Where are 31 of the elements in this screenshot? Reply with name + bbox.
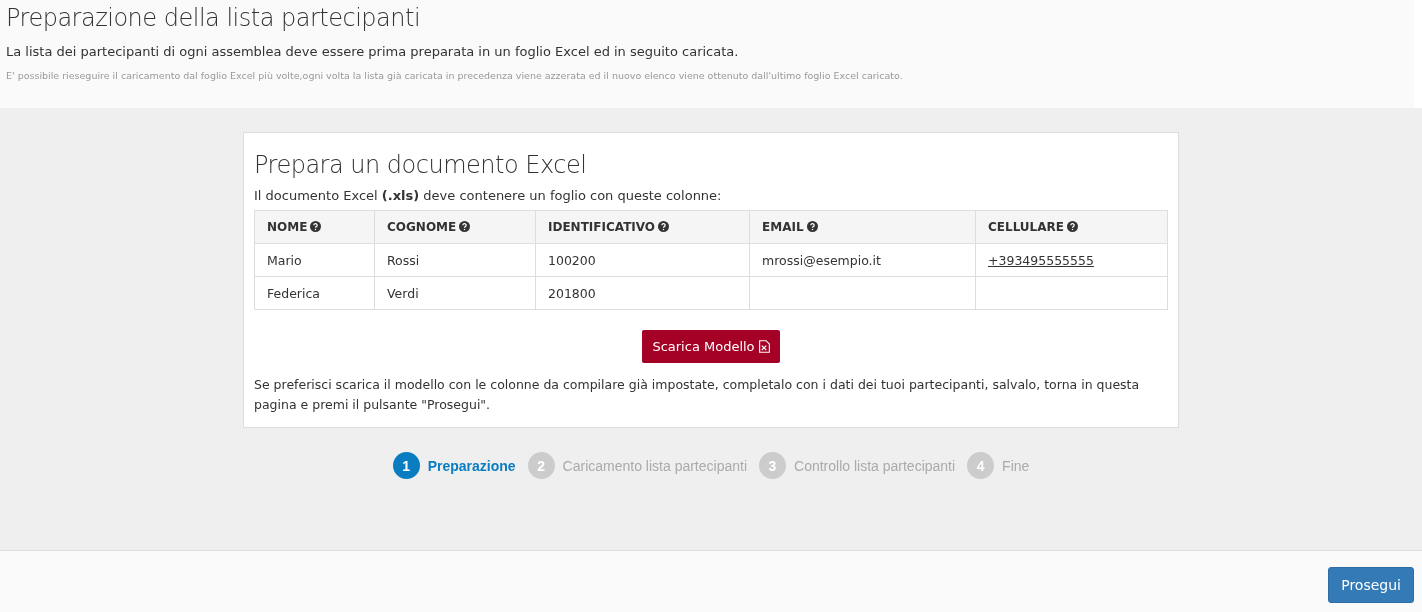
table-cell: Mario (267, 252, 302, 268)
help-icon (1067, 221, 1078, 232)
step-label: Fine (1002, 457, 1030, 474)
step-number: 1 (392, 452, 420, 479)
table-cell: Verdi (387, 285, 419, 301)
step-label: Preparazione (427, 457, 516, 474)
table-cell: 201800 (548, 285, 596, 301)
table-cell: Federica (267, 285, 320, 301)
prosegui-button[interactable]: Prosegui (1328, 566, 1414, 603)
intro-text: La lista dei partecipanti di ogni assemblea deve essere prima preparata in un foglio Excel ed in seguito caricata. (6, 44, 740, 59)
column-header: IDENTIFICATIVO (548, 220, 656, 234)
step-label: Controllo lista partecipanti (794, 457, 956, 474)
card-title: Prepara un documento Excel (254, 151, 588, 179)
help-icon (459, 221, 471, 232)
hint-text: Se preferisci scarica il modello con le colonne da compilare già impostate, completalo con i dati dei tuoi partecipanti, salvalo, torna in questa pagina e premi il pulsante "Prosegui". (254, 376, 1141, 414)
column-header: COGNOME (387, 220, 457, 234)
excel-file-icon (758, 340, 770, 353)
table-cell: Rossi (387, 252, 420, 268)
column-header: EMAIL (762, 220, 804, 234)
download-button[interactable]: Scarica Modello (642, 330, 780, 363)
page-title: Preparazione della lista partecipanti (6, 4, 422, 32)
note-text: E' possibile rieseguire il caricamento dal foglio Excel più volte,ogni volta la lista già caricata in precedenza viene azzerata ed il nuovo elenco viene ottenuto dall'ultimo foglio Excel caricato. (6, 70, 904, 81)
column-header: CELLULARE (988, 220, 1064, 234)
help-icon (806, 221, 818, 232)
description-text: Il documento Excel (.xls) deve contenere un foglio con queste colonne: (254, 188, 723, 203)
table-cell: mrossi@esempio.it (762, 252, 881, 268)
help-icon (658, 221, 670, 232)
help-icon (310, 221, 322, 232)
table-cell: 100200 (548, 252, 596, 268)
step-label: Caricamento lista partecipanti (562, 457, 747, 474)
column-header: NOME (267, 220, 308, 234)
